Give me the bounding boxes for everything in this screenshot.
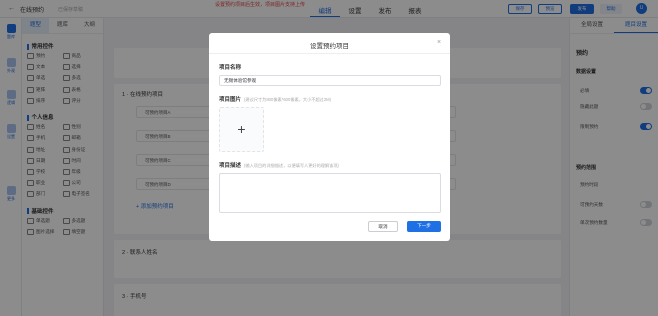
close-icon[interactable]: × bbox=[437, 39, 441, 46]
image-hint: (建议尺寸为800像素*600像素，大小不超过2M) bbox=[244, 97, 332, 102]
image-upload[interactable]: + bbox=[219, 107, 264, 152]
image-label: 项目图片 (建议尺寸为800像素*600像素，大小不超过2M) bbox=[219, 97, 332, 103]
plus-icon: + bbox=[237, 121, 246, 137]
project-dialog: 设置预约项目 × 项目名称 无锡体验馆参观 项目图片 (建议尺寸为800像素*60… bbox=[209, 33, 450, 241]
desc-hint: (输入项目的详细描述，以便填写人更好的理解该项) bbox=[244, 163, 339, 168]
desc-label: 项目描述 (输入项目的详细描述，以便填写人更好的理解该项) bbox=[219, 163, 339, 169]
name-label: 项目名称 bbox=[219, 65, 242, 71]
project-name-input[interactable]: 无锡体验馆参观 bbox=[219, 75, 441, 86]
cancel-button[interactable]: 取消 bbox=[368, 221, 398, 232]
description-textarea[interactable] bbox=[219, 173, 441, 213]
divider bbox=[209, 53, 450, 54]
next-button[interactable]: 下一步 bbox=[407, 221, 441, 232]
dialog-title: 设置预约项目 bbox=[310, 43, 349, 50]
